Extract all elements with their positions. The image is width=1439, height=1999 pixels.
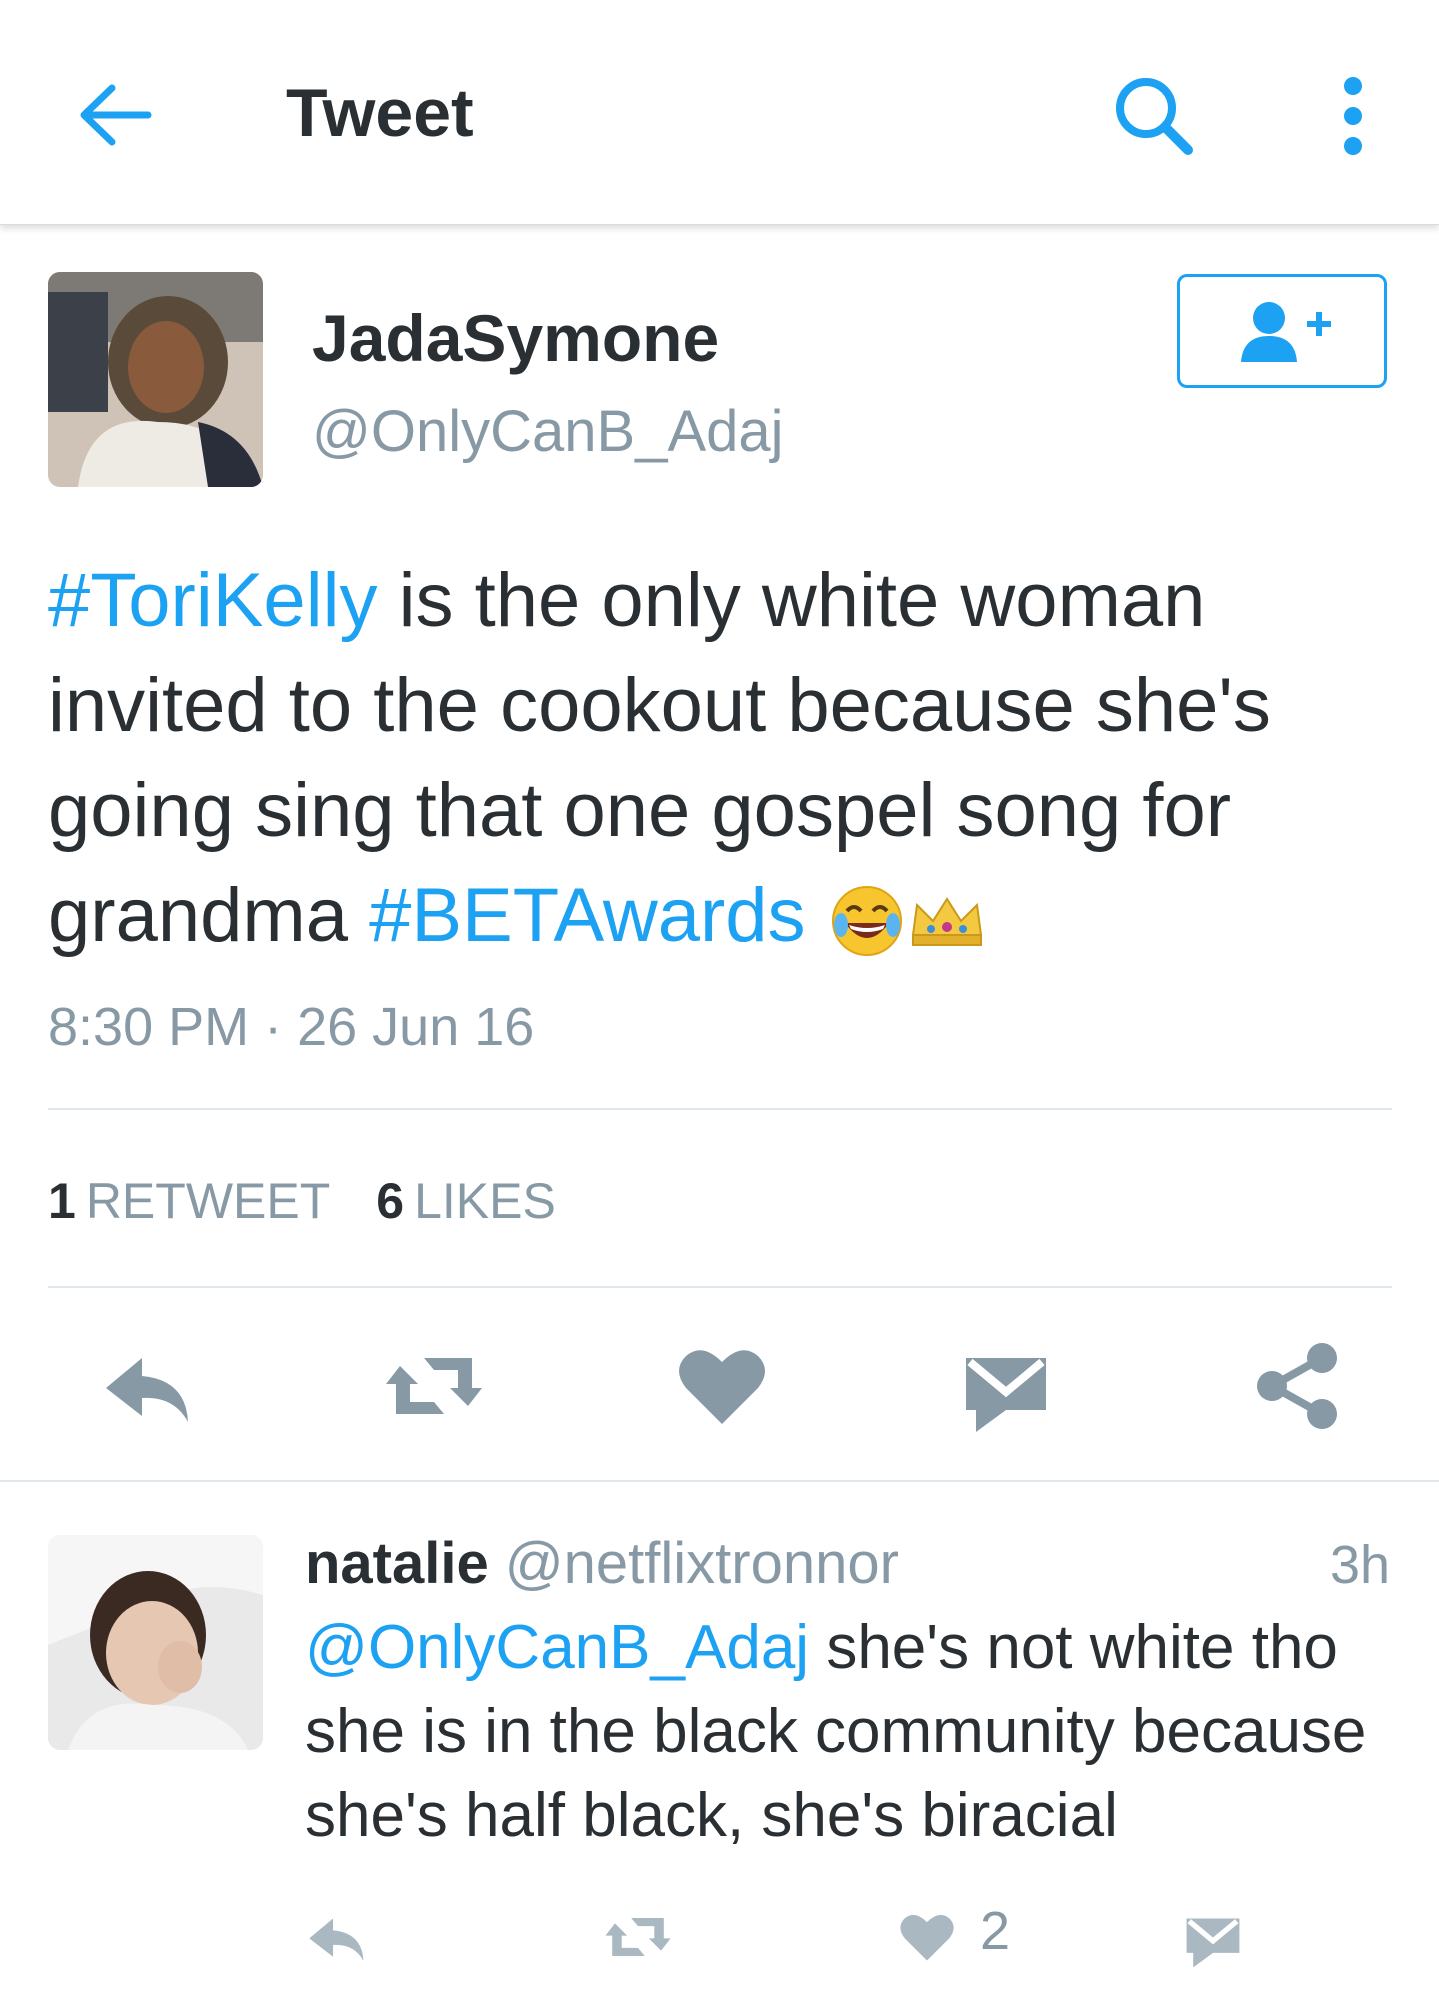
like-stat[interactable]: 6 LIKES	[376, 1173, 556, 1229]
reply-icon[interactable]	[304, 1902, 370, 1972]
reply-header: natalie @netflixtronnor	[305, 1530, 899, 1597]
author-name[interactable]: JadaSymone	[312, 300, 719, 376]
author-avatar[interactable]	[48, 272, 263, 487]
arrow-left-icon[interactable]	[70, 70, 160, 160]
crown-emoji	[911, 897, 982, 946]
reply-author-handle[interactable]: @netflixtronnor	[505, 1531, 899, 1596]
top-app-bar: Tweet	[0, 0, 1439, 225]
retweet-icon[interactable]	[600, 1902, 676, 1972]
search-icon[interactable]	[1106, 68, 1202, 164]
section-divider	[0, 1480, 1439, 1482]
divider	[48, 1108, 1392, 1110]
retweet-stat[interactable]: 1 RETWEET	[48, 1173, 330, 1229]
more-vertical-icon[interactable]	[1320, 68, 1386, 164]
tweet-timestamp: 8:30 PM · 26 Jun 16	[48, 997, 535, 1057]
reply-avatar[interactable]	[48, 1535, 263, 1750]
retweet-label: RETWEET	[85, 1173, 331, 1229]
hashtag-link[interactable]: #BETAwards	[369, 873, 805, 958]
retweet-icon[interactable]	[378, 1336, 490, 1436]
like-count: 6	[376, 1173, 405, 1229]
follow-user-icon	[1241, 302, 1331, 362]
reply-author-name[interactable]: natalie	[305, 1531, 489, 1596]
mention-link[interactable]: @OnlyCanB_Adaj	[305, 1613, 809, 1682]
message-icon[interactable]	[956, 1336, 1056, 1436]
follow-button[interactable]	[1177, 274, 1387, 388]
page-title: Tweet	[286, 75, 474, 151]
share-icon[interactable]	[1248, 1336, 1348, 1436]
tears-of-joy-emoji	[831, 885, 902, 956]
reply-icon[interactable]	[98, 1336, 198, 1436]
message-icon[interactable]	[1180, 1902, 1246, 1972]
divider	[48, 1286, 1392, 1288]
reply-time: 3h	[1330, 1535, 1391, 1595]
heart-icon[interactable]	[896, 1902, 958, 1972]
like-label: LIKES	[414, 1173, 556, 1229]
reply-like-count: 2	[980, 1901, 1011, 1961]
retweet-count: 1	[48, 1173, 76, 1229]
heart-icon[interactable]	[672, 1336, 772, 1436]
tweet-text: #ToriKelly is the only white woman invit…	[48, 548, 1408, 968]
reply-text: @OnlyCanB_Adaj she's not white tho she i…	[305, 1606, 1415, 1858]
tweet-stats: 1 RETWEET 6 LIKES	[48, 1172, 556, 1230]
author-handle[interactable]: @OnlyCanB_Adaj	[312, 398, 784, 465]
hashtag-link[interactable]: #ToriKelly	[48, 558, 377, 643]
